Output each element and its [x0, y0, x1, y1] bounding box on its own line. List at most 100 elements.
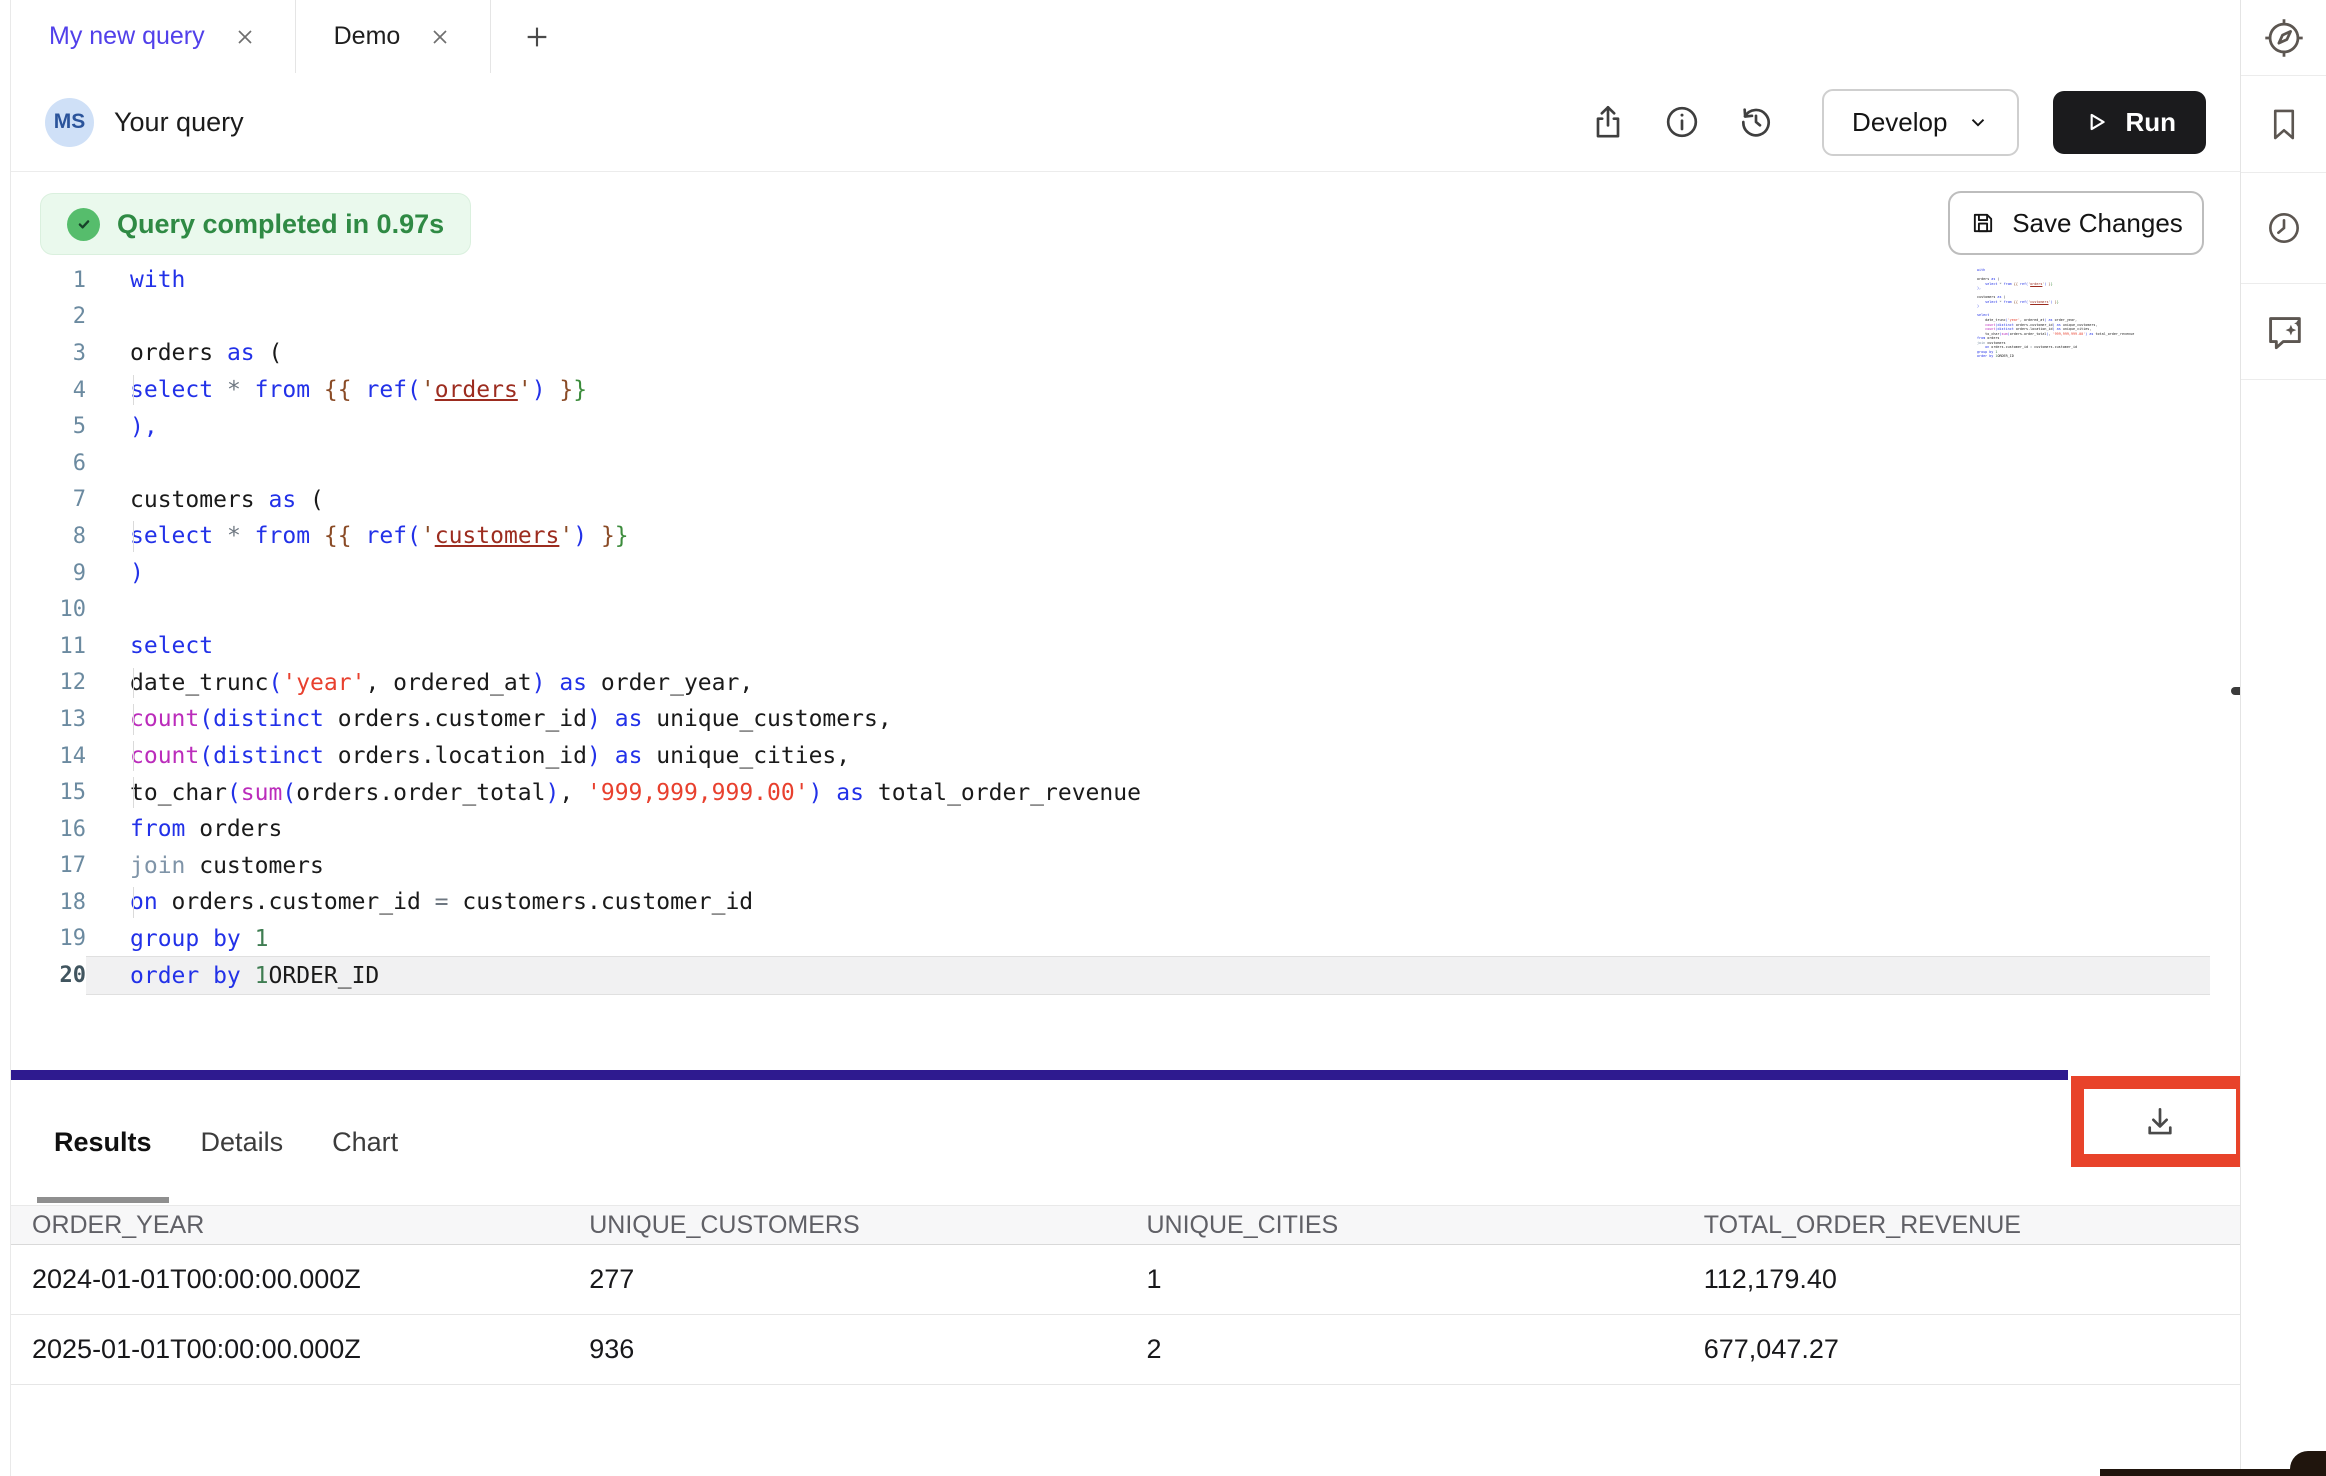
table-cell: 2 [1126, 1334, 1683, 1365]
new-tab-button[interactable] [491, 0, 583, 73]
tab-demo[interactable]: Demo [296, 0, 492, 73]
code-text [86, 299, 2210, 336]
code-line[interactable]: 19group by 1 [11, 921, 2240, 958]
code-line[interactable]: 14 count(distinct orders.location_id) as… [11, 738, 2240, 775]
line-number: 11 [11, 634, 86, 659]
download-results-button[interactable] [2100, 1093, 2220, 1151]
panel-resize-bar[interactable] [11, 1070, 2068, 1080]
annotation-highlight [2071, 1076, 2249, 1167]
code-text: order by 1ORDER_ID [86, 957, 2210, 994]
tab-label: My new query [49, 22, 205, 51]
line-number: 19 [11, 926, 86, 951]
code-line[interactable]: 8 select * from {{ ref('customers') }} [11, 518, 2240, 555]
line-number: 2 [11, 304, 86, 329]
ai-chat-icon [2261, 309, 2307, 355]
tab-bar: My new query Demo [11, 0, 2240, 74]
page-title: Your query [114, 107, 244, 138]
run-button[interactable]: Run [2053, 91, 2206, 154]
develop-dropdown[interactable]: Develop [1822, 89, 2019, 156]
code-text: customers as ( [86, 482, 2210, 519]
code-text: date_trunc('year', ordered_at) as order_… [86, 665, 2210, 702]
table-cell: 2024-01-01T00:00:00.000Z [11, 1264, 568, 1295]
table-header-row: ORDER_YEARUNIQUE_CUSTOMERSUNIQUE_CITIEST… [11, 1205, 2240, 1245]
code-line[interactable]: 16from orders [11, 811, 2240, 848]
close-icon[interactable] [428, 25, 452, 49]
code-line[interactable]: 13 count(distinct orders.customer_id) as… [11, 701, 2240, 738]
app-window: My new query Demo MS Your query [0, 0, 2326, 1476]
code-line[interactable]: 15 to_char(sum(orders.order_total), '999… [11, 774, 2240, 811]
table-cell: 677,047.27 [1683, 1334, 2240, 1365]
results-tab-bar: Results Details Chart [11, 1080, 2051, 1205]
column-header[interactable]: UNIQUE_CITIES [1126, 1211, 1683, 1240]
code-line[interactable]: 7customers as ( [11, 482, 2240, 519]
code-line[interactable]: 6 [11, 445, 2240, 482]
code-line[interactable]: 4 select * from {{ ref('orders') }} [11, 372, 2240, 409]
history-icon [1736, 102, 1776, 142]
line-number: 20 [11, 963, 86, 988]
minimap[interactable]: with orders as ( select * from {{ ref('o… [1977, 268, 2147, 359]
code-line[interactable]: 5), [11, 408, 2240, 445]
status-text: Query completed in 0.97s [117, 209, 444, 240]
info-button[interactable] [1660, 100, 1704, 144]
save-changes-button[interactable]: Save Changes [1948, 191, 2204, 255]
plus-icon [521, 21, 553, 53]
ref-link[interactable]: orders [435, 377, 518, 403]
table-cell: 2025-01-01T00:00:00.000Z [11, 1334, 568, 1365]
line-number: 13 [11, 707, 86, 732]
line-number: 6 [11, 451, 86, 476]
info-icon [1662, 102, 1702, 142]
line-number: 12 [11, 670, 86, 695]
history-button[interactable] [1734, 100, 1778, 144]
code-line[interactable]: 20order by 1ORDER_ID [11, 957, 2240, 994]
column-header[interactable]: TOTAL_ORDER_REVENUE [1683, 1211, 2240, 1240]
check-icon [67, 208, 100, 241]
line-number: 8 [11, 524, 86, 549]
code-line[interactable]: 2 [11, 299, 2240, 336]
ai-assistant-button[interactable] [2241, 284, 2326, 380]
bookmarks-button[interactable] [2241, 76, 2326, 173]
line-number: 4 [11, 378, 86, 403]
tab-my-new-query[interactable]: My new query [11, 0, 296, 73]
table-row[interactable]: 2024-01-01T00:00:00.000Z2771112,179.40 [11, 1245, 2240, 1315]
recent-history-button[interactable] [2241, 173, 2326, 284]
code-line[interactable]: 1with [11, 262, 2240, 299]
code-line[interactable]: 17join customers [11, 848, 2240, 885]
table-cell: 936 [568, 1334, 1125, 1365]
column-header[interactable]: UNIQUE_CUSTOMERS [568, 1211, 1125, 1240]
right-sidebar [2240, 0, 2326, 1476]
code-editor[interactable]: 1with23orders as (4 select * from {{ ref… [11, 262, 2240, 994]
code-text: on orders.customer_id = customers.custom… [86, 884, 2210, 921]
code-line[interactable]: 10 [11, 591, 2240, 628]
code-text: with [86, 262, 2210, 299]
code-text: select * from {{ ref('orders') }} [86, 372, 2210, 409]
code-text: select [86, 628, 2210, 665]
explore-button[interactable] [2241, 0, 2326, 76]
code-text: orders as ( [86, 335, 2210, 372]
code-line[interactable]: 9) [11, 555, 2240, 592]
ref-link[interactable]: customers [435, 523, 560, 549]
avatar: MS [45, 98, 94, 147]
code-text [86, 445, 2210, 482]
clock-icon [2263, 207, 2305, 249]
tab-chart[interactable]: Chart [332, 1080, 398, 1205]
code-line[interactable]: 3orders as ( [11, 335, 2240, 372]
line-number: 18 [11, 890, 86, 915]
code-line[interactable]: 11select [11, 628, 2240, 665]
share-icon [1588, 102, 1628, 142]
close-icon[interactable] [233, 25, 257, 49]
column-header[interactable]: ORDER_YEAR [11, 1211, 568, 1240]
code-line[interactable]: 12 date_trunc('year', ordered_at) as ord… [11, 665, 2240, 702]
line-number: 7 [11, 487, 86, 512]
share-button[interactable] [1586, 100, 1630, 144]
code-line[interactable]: 18 on orders.customer_id = customers.cus… [11, 884, 2240, 921]
code-text: count(distinct orders.customer_id) as un… [86, 701, 2210, 738]
line-number: 17 [11, 853, 86, 878]
line-number: 15 [11, 780, 86, 805]
code-text [86, 591, 2210, 628]
tab-results[interactable]: Results [54, 1080, 152, 1205]
line-number: 9 [11, 561, 86, 586]
code-text: ) [86, 555, 2210, 592]
line-number: 10 [11, 597, 86, 622]
tab-details[interactable]: Details [201, 1080, 284, 1205]
table-row[interactable]: 2025-01-01T00:00:00.000Z9362677,047.27 [11, 1315, 2240, 1385]
